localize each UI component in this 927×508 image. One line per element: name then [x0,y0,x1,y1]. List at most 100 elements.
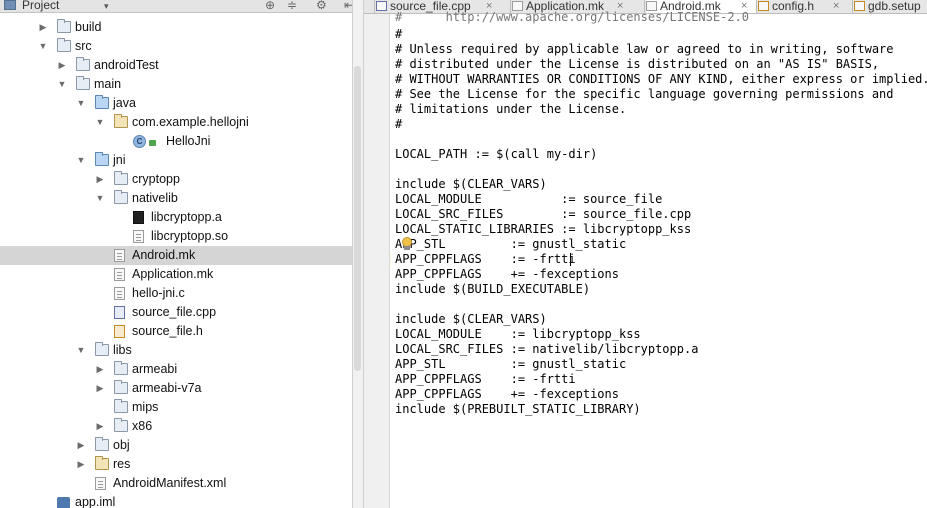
code-line[interactable]: LOCAL_SRC_FILES := source_file.cpp [395,207,691,222]
file-icon [114,287,125,300]
folder-icon [114,361,128,375]
project-panel-header: Project ▾ ⊕ ≑ ⚙ ⇤ [0,0,363,13]
code-line[interactable]: APP_STL := gnustl_static [395,237,626,252]
code-line[interactable]: # WITHOUT WARRANTIES OR CONDITIONS OF AN… [395,72,927,87]
text-caret [570,253,571,266]
tree-item-label: androidTest [94,58,159,72]
code-line[interactable]: APP_CPPFLAGS := -frtti [395,372,576,387]
folder-icon [114,418,128,432]
code-line[interactable]: # Unless required by applicable law or a… [395,42,894,57]
folder-icon [57,19,71,33]
folder-icon [114,380,128,394]
tree-item[interactable]: ▼ java [0,94,352,113]
code-line[interactable]: include $(BUILD_EXECUTABLE) [395,282,590,297]
tree-item[interactable]: ▶ androidTest [0,56,352,75]
code-line[interactable]: # limitations under the License. [395,102,626,117]
code-line[interactable]: APP_CPPFLAGS := -frtti [395,252,576,267]
chevron-down-icon[interactable]: ▾ [104,1,109,12]
close-icon[interactable]: × [833,0,839,12]
tree-item[interactable]: ▶ x86 [0,417,352,436]
expand-arrow-down-icon[interactable]: ▼ [95,189,105,208]
code-line[interactable]: LOCAL_SRC_FILES := nativelib/libcryptopp… [395,342,698,357]
tree-item[interactable]: mips [0,398,352,417]
project-panel: ▶ build ▼ src ▶ androidTest ▼ main ▼ java ▼ com.exa… [0,0,352,508]
code-line[interactable]: # See the License for the specific langu… [395,87,894,102]
expand-arrow-right-icon[interactable]: ▶ [38,18,48,37]
tree-item-label: x86 [132,419,153,433]
code-line[interactable]: APP_STL := gnustl_static [395,357,626,372]
code-line[interactable]: # [395,117,402,132]
collapse-all-icon[interactable]: ≑ [287,0,297,12]
code-line[interactable]: LOCAL_STATIC_LIBRARIES := libcryptopp_ks… [395,222,691,237]
expand-arrow-right-icon[interactable]: ▶ [95,360,105,379]
tree-item[interactable]: libcryptopp.a [0,208,352,227]
editor-tab[interactable]: gdb.setup [854,0,927,13]
expand-arrow-right-icon[interactable]: ▶ [95,417,105,436]
code-line[interactable]: LOCAL_MODULE := libcryptopp_kss [395,327,641,342]
expand-arrow-down-icon[interactable]: ▼ [57,75,67,94]
code-line[interactable]: APP_CPPFLAGS += -fexceptions [395,387,619,402]
h-file-icon [854,1,865,11]
tree-item-label: libs [113,343,132,357]
tree-item[interactable]: ▼ com.example.hellojni [0,113,352,132]
project-panel-scrollbar[interactable] [354,66,361,371]
expand-arrow-down-icon[interactable]: ▼ [76,151,86,170]
tree-item[interactable]: app.iml [0,493,352,508]
tree-item-label: com.example.hellojni [132,115,249,129]
expand-arrow-right-icon[interactable]: ▶ [76,455,86,474]
tree-item[interactable]: Application.mk [0,265,352,284]
gear-icon[interactable]: ⚙ [316,0,327,12]
tree-item-label: app.iml [75,495,116,508]
xml-file-icon [95,477,106,490]
editor-tab-label: gdb.setup [868,0,921,13]
h-file-icon [758,1,769,11]
tree-item[interactable]: ▶ armeabi-v7a [0,379,352,398]
code-line[interactable]: APP_CPPFLAGS += -fexceptions [395,267,619,282]
tree-item[interactable]: C HelloJni [0,132,352,151]
tree-item[interactable]: Android.mk [0,246,352,265]
code-line[interactable]: # distributed under the License is distr… [395,57,879,72]
tree-item[interactable]: ▼ jni [0,151,352,170]
tree-item[interactable]: source_file.cpp [0,303,352,322]
tree-item[interactable]: ▼ nativelib [0,189,352,208]
expand-arrow-right-icon[interactable]: ▶ [76,436,86,455]
tree-item[interactable]: ▼ src [0,37,352,56]
expand-arrow-right-icon[interactable]: ▶ [95,170,105,189]
code-line[interactable]: include $(PREBUILT_STATIC_LIBRARY) [395,402,641,417]
code-line[interactable]: # [395,27,402,42]
tree-item[interactable]: source_file.h [0,322,352,341]
tree-item-label: source_file.cpp [132,305,217,319]
tree-item[interactable]: libcryptopp.so [0,227,352,246]
tree-item[interactable]: ▶ cryptopp [0,170,352,189]
cpp-file-icon [114,306,125,319]
tree-item[interactable]: ▶ obj [0,436,352,455]
tree-item[interactable]: ▼ main [0,75,352,94]
editor-tab[interactable]: config.h × [758,0,853,13]
code-line[interactable]: LOCAL_PATH := $(call my-dir) [395,147,597,162]
expand-arrow-down-icon[interactable]: ▼ [38,37,48,56]
expand-arrow-down-icon[interactable]: ▼ [76,94,86,113]
tree-item-label: source_file.h [132,324,203,338]
tree-item[interactable]: AndroidManifest.xml [0,474,352,493]
tree-item[interactable]: ▶ armeabi [0,360,352,379]
tree-item[interactable]: ▼ libs [0,341,352,360]
expand-arrow-down-icon[interactable]: ▼ [95,113,105,132]
code-line[interactable]: LOCAL_MODULE := source_file [395,192,662,207]
editor-gutter[interactable] [364,14,390,508]
tree-item[interactable]: ▶ build [0,18,352,37]
code-line[interactable]: include $(CLEAR_VARS) [395,177,547,192]
intention-bulb-icon[interactable] [401,237,413,250]
tree-item[interactable]: hello-jni.c [0,284,352,303]
code-line[interactable]: include $(CLEAR_VARS) [395,312,547,327]
binary-file-icon [133,211,144,224]
tree-item[interactable]: ▶ res [0,455,352,474]
cpp-file-icon [376,1,387,11]
code-line-partial[interactable]: # http://www.apache.org/licenses/LICENSE… [395,10,749,25]
expand-arrow-right-icon[interactable]: ▶ [57,56,67,75]
lock-icon [149,140,156,146]
scroll-from-source-icon[interactable]: ⊕ [265,0,275,12]
expand-arrow-right-icon[interactable]: ▶ [95,379,105,398]
project-view-title[interactable]: Project [22,0,59,12]
expand-arrow-down-icon[interactable]: ▼ [76,341,86,360]
resource-folder-icon [95,456,109,470]
